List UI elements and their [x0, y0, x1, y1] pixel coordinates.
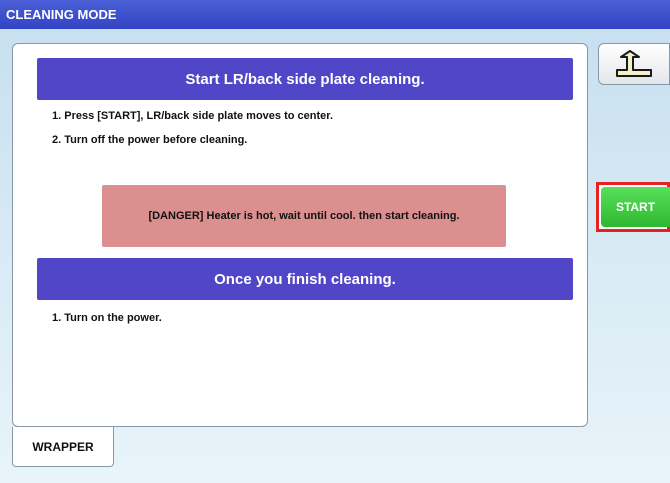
screen: CLEANING MODE Start LR/back side plate c…	[0, 0, 670, 483]
start-button[interactable]: START	[601, 187, 670, 227]
danger-warning-text: [DANGER] Heater is hot, wait until cool.…	[148, 210, 460, 222]
back-button[interactable]	[598, 43, 670, 85]
start-step-2: 2. Turn off the power before cleaning.	[52, 134, 248, 146]
danger-warning: [DANGER] Heater is hot, wait until cool.…	[102, 185, 506, 247]
start-step-1: 1. Press [START], LR/back side plate mov…	[52, 110, 333, 122]
window-title: CLEANING MODE	[0, 0, 670, 29]
tab-wrapper[interactable]: WRAPPER	[12, 427, 114, 467]
finish-step-1: 1. Turn on the power.	[52, 312, 162, 324]
return-arrow-icon	[616, 50, 652, 77]
section-header-finish: Once you finish cleaning.	[37, 258, 573, 300]
section-header-start: Start LR/back side plate cleaning.	[37, 58, 573, 100]
